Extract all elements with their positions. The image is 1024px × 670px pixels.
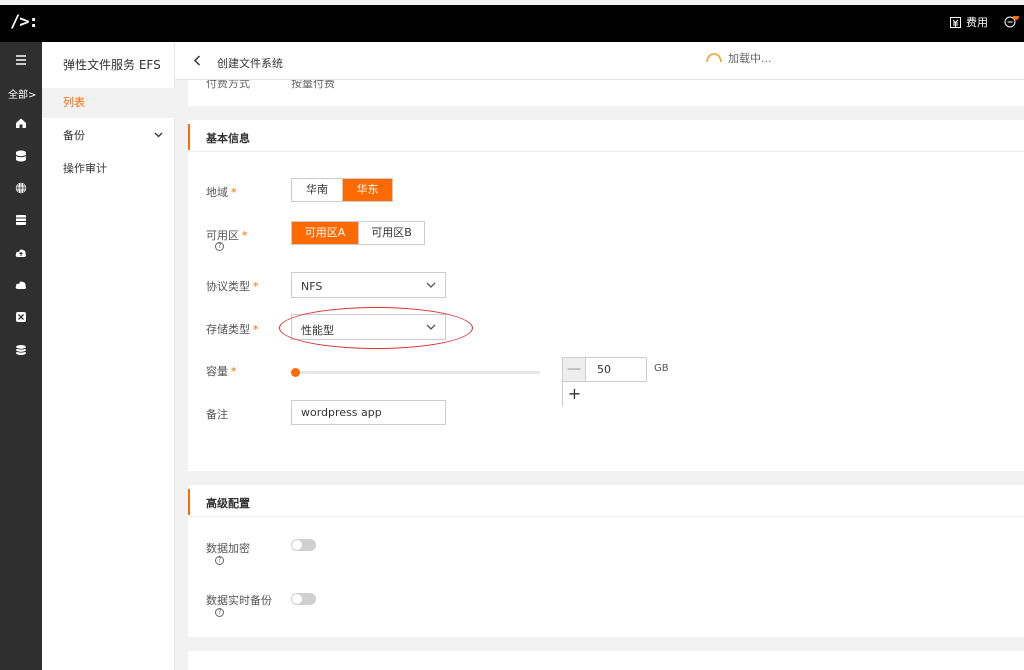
logo[interactable]: />: xyxy=(10,12,39,32)
realtime-backup-label: 数据实时备份 xyxy=(206,594,272,607)
billing-method-label: 付费方式 xyxy=(206,80,250,90)
basic-info-card: 基本信息 地域 * 华南 华东 可用区 * ? 可用区A 可用区B 协议类型 * NF… xyxy=(188,120,1024,471)
product-title: 弹性文件服务 EFS xyxy=(63,58,161,72)
top-bar: />: 费用 xyxy=(0,0,1024,42)
billing-label: 费用 xyxy=(966,16,988,29)
next-card xyxy=(188,651,1024,670)
note-label: 备注 xyxy=(206,408,228,421)
highlight-ellipse xyxy=(279,307,473,349)
subnav-item-list[interactable]: 列表 xyxy=(42,88,175,118)
database-icon[interactable] xyxy=(15,150,27,162)
encryption-toggle[interactable] xyxy=(291,539,316,551)
loading-indicator: 加载中... xyxy=(705,50,772,66)
top-strip xyxy=(0,0,1024,5)
cloud-upload-icon[interactable] xyxy=(15,247,27,259)
note-input[interactable]: wordpress app xyxy=(291,400,446,425)
cloud-icon[interactable] xyxy=(15,279,27,291)
capacity-slider-track[interactable] xyxy=(295,371,540,374)
chevron-down-icon xyxy=(426,282,436,288)
subnav-item-backup-label: 备份 xyxy=(63,129,85,142)
capacity-label: 容量 * xyxy=(206,365,237,378)
billing-link[interactable]: 费用 xyxy=(950,14,988,30)
region-label: 地域 * xyxy=(206,186,237,199)
section-accent-bar xyxy=(188,124,190,150)
page-title: 创建文件系统 xyxy=(217,57,283,70)
loading-text: 加载中... xyxy=(728,52,772,65)
encryption-label: 数据加密 xyxy=(206,542,250,555)
region-option-east[interactable]: 华东 xyxy=(342,179,392,201)
storage-icon[interactable] xyxy=(15,214,27,226)
all-products-link[interactable]: 全部> xyxy=(8,86,36,101)
capacity-unit: GB xyxy=(654,363,669,374)
zone-option-b[interactable]: 可用区B xyxy=(358,222,424,244)
home-icon[interactable] xyxy=(15,117,27,129)
protocol-label: 协议类型 * xyxy=(206,280,259,293)
advanced-config-title: 高级配置 xyxy=(206,497,250,510)
basic-info-header: 基本信息 xyxy=(188,120,1024,152)
toggle-knob xyxy=(292,540,302,550)
layers-icon[interactable] xyxy=(15,344,27,356)
region-selector: 华南 华东 xyxy=(291,178,393,202)
billing-method-value: 按量付费 xyxy=(291,80,335,90)
capacity-increase-button[interactable]: + xyxy=(562,382,586,406)
basic-info-title: 基本信息 xyxy=(206,132,250,145)
realtime-backup-help-icon[interactable]: ? xyxy=(215,608,224,617)
realtime-backup-toggle[interactable] xyxy=(291,593,316,605)
advanced-config-header: 高级配置 xyxy=(188,485,1024,517)
close-box-icon[interactable] xyxy=(15,311,27,323)
page-header: 创建文件系统 加载中... xyxy=(175,42,1024,80)
billing-icon xyxy=(950,16,961,28)
zone-selector: 可用区A 可用区B xyxy=(291,221,425,245)
protocol-select[interactable]: NFS xyxy=(291,272,446,298)
zone-help-icon[interactable]: ? xyxy=(215,242,224,251)
product-subnav: 弹性文件服务 EFS 列表 备份 操作审计 xyxy=(42,42,175,670)
notification-dot xyxy=(1013,16,1019,20)
spinner-icon xyxy=(706,53,722,63)
region-option-south[interactable]: 华南 xyxy=(292,179,342,201)
capacity-slider-handle[interactable] xyxy=(291,368,300,377)
protocol-value: NFS xyxy=(301,280,323,293)
advanced-config-card: 高级配置 数据加密 ? 数据实时备份 ? xyxy=(188,485,1024,637)
capacity-input[interactable]: 50 xyxy=(586,357,647,382)
zone-option-a[interactable]: 可用区A xyxy=(292,222,358,244)
chevron-down-icon xyxy=(154,132,163,138)
billing-card: 付费方式 按量付费 xyxy=(188,80,1024,106)
back-arrow-icon[interactable] xyxy=(193,55,201,66)
toggle-knob xyxy=(292,594,302,604)
section-accent-bar xyxy=(188,489,190,515)
storage-type-label: 存储类型 * xyxy=(206,323,259,336)
capacity-decrease-button[interactable]: — xyxy=(562,357,586,382)
encryption-help-icon[interactable]: ? xyxy=(215,556,224,565)
globe-icon[interactable] xyxy=(15,182,27,194)
zone-label: 可用区 * xyxy=(206,229,248,242)
message-button[interactable] xyxy=(1004,16,1024,28)
sidebar-rail: 全部> xyxy=(0,42,42,670)
subnav-item-audit[interactable]: 操作审计 xyxy=(42,154,175,184)
subnav-item-backup[interactable]: 备份 xyxy=(42,121,175,151)
menu-icon[interactable] xyxy=(15,54,27,66)
